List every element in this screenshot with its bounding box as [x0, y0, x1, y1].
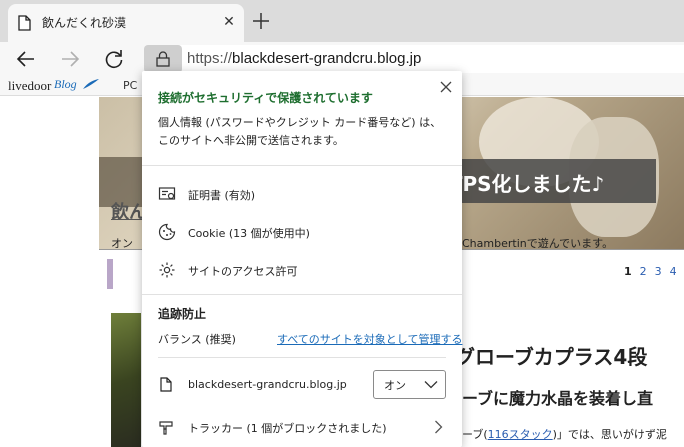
site-permissions-label: サイトのアクセス許可 [188, 265, 298, 278]
bookmark-livedoor[interactable]: livedoor [8, 78, 51, 94]
page-link-current[interactable]: 1 [624, 265, 632, 278]
page-icon [18, 15, 31, 31]
tab-strip: 飲んだくれ砂漠 ✕ [0, 0, 684, 42]
lock-icon [156, 51, 170, 67]
tracking-level: バランス (推奨) [158, 333, 236, 346]
pagination: 1234 [624, 265, 684, 278]
tracking-site-domain: blackdesert-grandcru.blog.jp [188, 378, 347, 391]
refresh-icon[interactable] [102, 47, 126, 71]
close-icon[interactable] [436, 77, 456, 97]
back-arrow-icon[interactable] [14, 47, 38, 71]
forward-arrow-icon[interactable] [58, 47, 82, 71]
page-link[interactable]: 2 [640, 265, 647, 278]
connection-secure-heading: 接続がセキュリティで保護されています [158, 91, 373, 105]
browser-tab[interactable]: 飲んだくれ砂漠 ✕ [8, 4, 244, 42]
tracker-icon [159, 421, 173, 435]
bookmark-blog-label[interactable]: Blog [54, 77, 77, 92]
cookie-icon [158, 223, 176, 241]
bookmark-pc[interactable]: PC [123, 79, 137, 92]
site-permissions-row[interactable]: サイトのアクセス許可 [158, 259, 448, 281]
tracking-prevention-heading: 追跡防止 [158, 307, 207, 321]
divider [142, 165, 462, 166]
site-info-button[interactable] [144, 45, 182, 73]
post-subheading: ーブに魔力水晶を装着し直 [462, 389, 654, 408]
url-text: https://blackdesert-grandcru.blog.jp [187, 50, 421, 67]
tab-close-icon[interactable]: ✕ [220, 13, 238, 31]
chevron-right-icon [435, 420, 443, 434]
gear-icon [159, 262, 175, 278]
connection-description: 個人情報 (パスワードやクレジット カード番号など) は、このサイトへ非公開で送… [158, 116, 442, 147]
article-thumbnail [111, 313, 141, 447]
url-scheme: https:// [187, 50, 233, 67]
feather-icon [83, 79, 99, 89]
trackers-label: トラッカー (1 個がブロックされました) [188, 422, 387, 435]
url-host: blackdesert-grandcru.blog.jp [232, 50, 422, 67]
manage-all-sites-link[interactable]: すべてのサイトを対象として管理する [277, 331, 462, 347]
divider [142, 294, 462, 295]
tab-title: 飲んだくれ砂漠 [42, 16, 127, 30]
page-link[interactable]: 3 [655, 265, 662, 278]
post-text-suffix: )」では、思いがけず泥 [552, 428, 667, 441]
cookie-label: Cookie (13 個が使用中) [188, 227, 310, 240]
tracking-toggle-select[interactable]: オン [373, 370, 446, 399]
new-tab-plus-icon[interactable] [250, 10, 272, 32]
address-bar[interactable]: https://blackdesert-grandcru.blog.jp [144, 45, 684, 73]
post-link[interactable]: 116スタック [488, 428, 553, 441]
page-icon [160, 377, 172, 392]
certificate-label: 証明書 (有効) [188, 189, 256, 202]
certificate-row[interactable]: 証明書 (有効) [158, 183, 448, 205]
post-text-prefix: ーブ( [462, 428, 488, 441]
tracking-toggle-value: オン [384, 379, 406, 392]
post-title[interactable]: グローブカプラス4段 [455, 341, 647, 370]
cookie-row[interactable]: Cookie (13 個が使用中) [158, 221, 448, 243]
trackers-row[interactable]: トラッカー (1 個がブロックされました) [158, 416, 448, 438]
divider [158, 357, 446, 358]
page-link[interactable]: 4 [670, 265, 677, 278]
site-security-flyout: 接続がセキュリティで保護されています 個人情報 (パスワードやクレジット カード… [142, 71, 462, 447]
sidebar-accent [107, 259, 113, 289]
post-text: ーブ(116スタック)」では、思いがけず泥 [462, 426, 667, 442]
certificate-icon [158, 187, 176, 200]
chevron-down-icon [424, 381, 438, 389]
